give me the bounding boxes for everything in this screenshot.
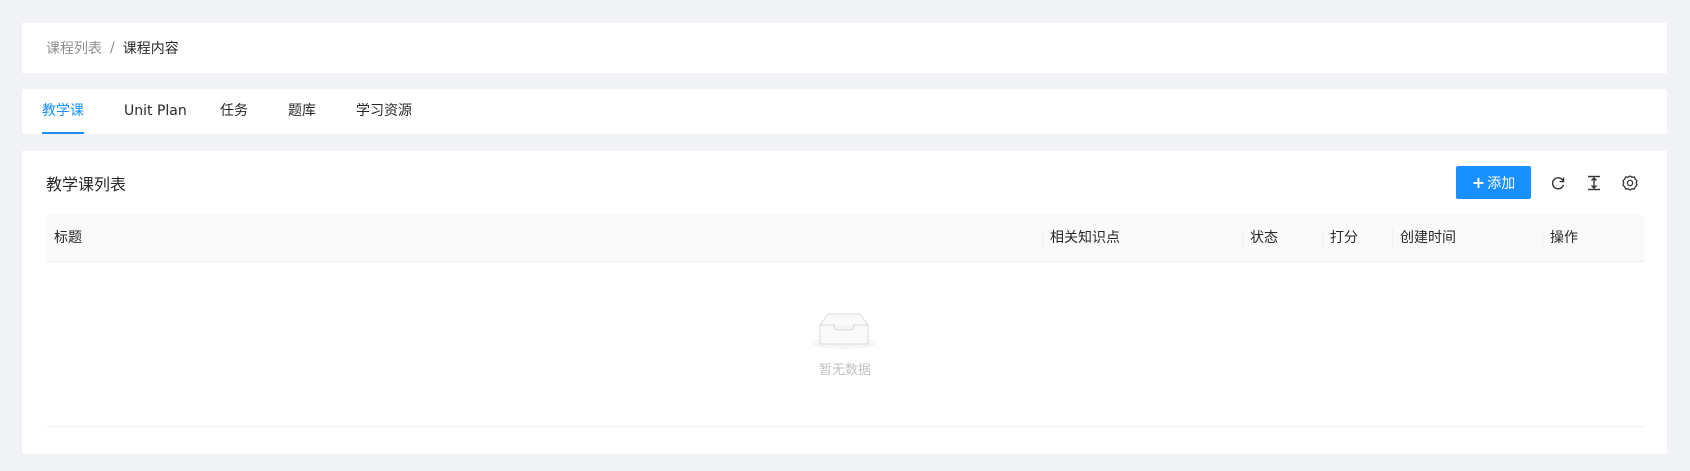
breadcrumb-course-content: 课程内容 [122, 41, 179, 57]
breadcrumb: 课程列表 / 课程内容 [22, 23, 1667, 73]
tab-question-bank[interactable]: 题库 [288, 89, 316, 134]
column-header-title: 标题 [54, 230, 82, 246]
table-header: 标题 相关知识点 状态 打分 创建时间 操作 [46, 215, 1644, 262]
reload-icon[interactable] [1548, 173, 1568, 193]
breadcrumb-separator: / [110, 40, 115, 56]
lesson-list-card: 教学课列表 + 添加 标题 相关知识点 状态 打分 创建时间 操作 [22, 151, 1667, 454]
column-header-actions: 操作 [1542, 215, 1578, 262]
tab-learning-resources[interactable]: 学习资源 [356, 89, 412, 134]
card-title: 教学课列表 [46, 175, 127, 194]
tabs-bar: 教学课 Unit Plan 任务 题库 学习资源 [22, 89, 1667, 134]
tab-unit-plan[interactable]: Unit Plan [124, 89, 187, 134]
plus-icon: + [1471, 173, 1486, 192]
tab-tasks[interactable]: 任务 [220, 89, 248, 134]
column-header-score: 打分 [1322, 215, 1358, 262]
column-header-status: 状态 [1242, 215, 1278, 262]
setting-icon[interactable] [1620, 173, 1640, 193]
empty-text: 暂无数据 [818, 363, 871, 378]
add-button[interactable]: + 添加 [1456, 166, 1531, 199]
page: 课程列表 / 课程内容 教学课 Unit Plan 任务 题库 学习资源 教学课… [0, 0, 1690, 471]
column-header-created-time: 创建时间 [1392, 215, 1456, 262]
breadcrumb-course-list[interactable]: 课程列表 [46, 38, 102, 58]
column-header-knowledge-points: 相关知识点 [1042, 215, 1120, 262]
column-height-icon[interactable] [1584, 173, 1604, 193]
tab-teaching-lessons[interactable]: 教学课 [42, 89, 84, 134]
inbox-icon [812, 308, 876, 354]
add-button-label: 添加 [1487, 175, 1516, 192]
